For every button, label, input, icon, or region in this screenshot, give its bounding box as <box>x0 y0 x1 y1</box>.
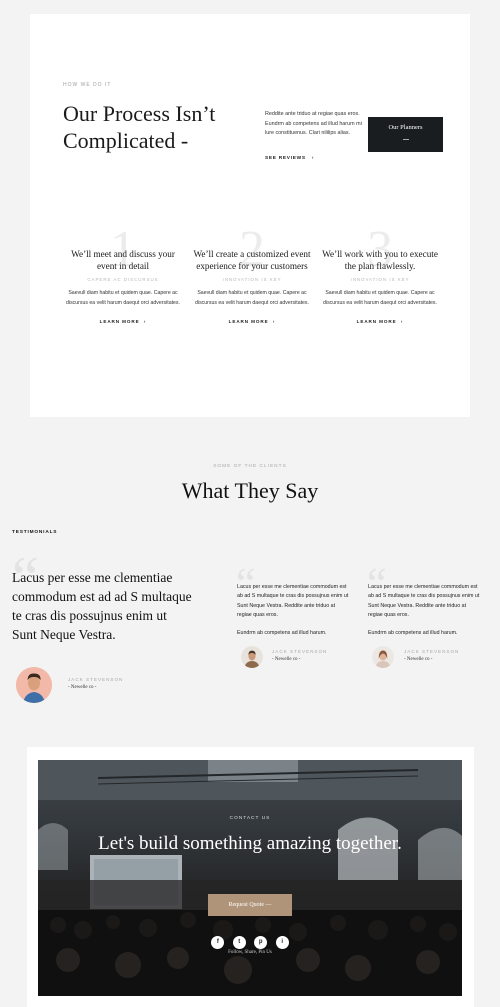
process-eyebrow: HOW WE DO IT <box>63 82 112 88</box>
facebook-icon[interactable]: f <box>211 936 225 949</box>
learn-more-link[interactable]: LEARN MORE › <box>320 319 440 324</box>
person-icon <box>241 646 263 668</box>
testimonial-item: Lacus per esse me clementiae commodum es… <box>237 583 349 638</box>
testimonial-text: Eundrm ab competens ad illud harum. <box>368 629 458 636</box>
testimonials-label: TESTIMONIALS <box>12 530 58 535</box>
featured-quote: Lacus per esse me clementiae commodum es… <box>12 570 192 642</box>
twitter-icon[interactable]: t <box>232 936 246 949</box>
clients-eyebrow: SOME OF THE CLIENTS <box>213 464 287 469</box>
learn-more-link[interactable]: LEARN MORE › <box>192 319 312 324</box>
step-text: Saevull diam habitu et quidem quae. Cape… <box>66 290 180 306</box>
process-text: Reddite ante triduo at regiae quas eros.… <box>265 111 362 136</box>
process-title: Our Process Isn’t Complicated - <box>63 101 216 153</box>
see-reviews-link[interactable]: SEE REVIEWS › <box>265 156 314 161</box>
learn-more-link[interactable]: LEARN MORE › <box>63 319 183 324</box>
learn-more-label: LEARN MORE <box>99 319 140 324</box>
step-title: We’ll create a customized event experien… <box>193 249 311 271</box>
testimonial-text: Eundrm ab competens ad illud harum. <box>237 629 327 636</box>
process-step-1: 1 We’ll meet and discuss your event in d… <box>63 224 183 325</box>
testimonial-text: Lacus per esse me clementiae commodum es… <box>237 584 349 619</box>
author-name: JACK STEVENSON <box>68 677 124 682</box>
cta-banner: CONTACT US Let's build something amazing… <box>38 760 462 996</box>
author-name: JACK STEVENSON <box>272 649 328 654</box>
process-step-3: 3 We’ll work with you to execute the pla… <box>320 224 440 325</box>
our-planners-button[interactable]: Our Planners <box>368 117 443 152</box>
social-links: f t p i <box>38 930 462 949</box>
image-overlay <box>38 760 462 996</box>
process-step-2: 2 We’ll create a customized event experi… <box>192 224 312 325</box>
pinterest-icon[interactable]: p <box>254 936 268 949</box>
avatar <box>16 667 52 703</box>
person-icon <box>372 646 394 668</box>
arrow-right-icon: › <box>307 156 315 161</box>
dash-icon <box>402 139 409 140</box>
our-planners-label: Our Planners <box>388 124 423 131</box>
arrow-right-icon: › <box>270 319 276 324</box>
step-title: We’ll meet and discuss your event in det… <box>71 249 175 271</box>
step-text: Saevull diam habitu et quidem quae. Cape… <box>195 290 309 306</box>
avatar <box>241 646 263 668</box>
testimonial-text: Lacus per esse me clementiae commodum es… <box>368 584 480 619</box>
cta-eyebrow: CONTACT US <box>229 816 271 821</box>
request-quote-button[interactable]: Request Quote — <box>208 894 292 916</box>
author-company: - Newelle co - <box>404 657 433 662</box>
follow-text: Follow, Share, Pin Us <box>228 950 272 955</box>
step-text: Saevull diam habitu et quidem quae. Cape… <box>323 290 437 306</box>
arrow-right-icon: › <box>141 319 147 324</box>
testimonials-title: What They Say <box>181 478 319 503</box>
author-name: JACK STEVENSON <box>404 649 460 654</box>
instagram-icon[interactable]: i <box>275 936 289 949</box>
person-icon <box>16 667 52 703</box>
testimonial-item: Lacus per esse me clementiae commodum es… <box>368 583 480 638</box>
author-company: - Newelle co - <box>68 685 97 690</box>
cta-title: Let's build something amazing together. <box>98 833 402 854</box>
author-company: - Newelle co - <box>272 657 301 662</box>
learn-more-label: LEARN MORE <box>228 319 269 324</box>
learn-more-label: LEARN MORE <box>356 319 397 324</box>
arrow-right-icon: › <box>398 319 404 324</box>
process-section: HOW WE DO IT Our Process Isn’t Complicat… <box>30 14 470 417</box>
step-title: We’ll work with you to execute the plan … <box>322 249 438 271</box>
avatar <box>372 646 394 668</box>
see-reviews-label: SEE REVIEWS <box>265 156 306 161</box>
